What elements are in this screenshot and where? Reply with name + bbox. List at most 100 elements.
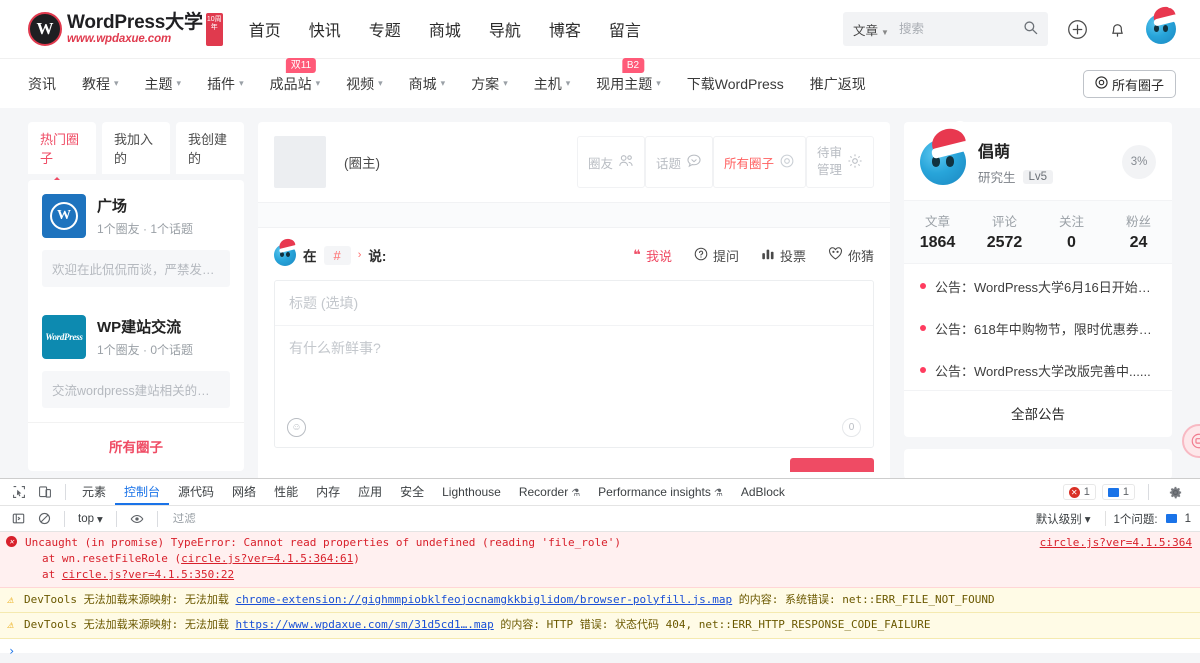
stack-link[interactable]: circle.js?ver=4.1.5:364:61 bbox=[181, 552, 353, 565]
flask-icon: ⚗ bbox=[571, 488, 580, 499]
devtools-tab-adblock[interactable]: AdBlock bbox=[732, 479, 794, 505]
subnav-item-chajian[interactable]: 插件▾ bbox=[207, 74, 244, 94]
stat-posts[interactable]: 文章 1864 bbox=[904, 211, 971, 252]
members-button[interactable]: 圈友 bbox=[577, 136, 645, 188]
right-sidebar: 倡萌 研究生 Lv5 3% 文章 1864 评论 2 bbox=[904, 122, 1172, 478]
all-circles-button[interactable]: 所有圈子 bbox=[1083, 70, 1176, 98]
composer-header: 在 # › 说: ❝ 我说 bbox=[274, 244, 874, 266]
category-nav: 资讯 教程▾ 主题▾ 插件▾ 双11成品站▾ 视频▾ 商城▾ 方案▾ 主机▾ B… bbox=[0, 58, 1200, 108]
subnav-item-jiaocheng[interactable]: 教程▾ bbox=[82, 74, 119, 94]
nav-item-topics[interactable]: 专题 bbox=[369, 17, 401, 41]
publish-button[interactable] bbox=[790, 458, 874, 472]
composer-type-guess[interactable]: 你猜 bbox=[828, 246, 874, 265]
all-circles-button[interactable]: 所有圈子 bbox=[713, 136, 806, 188]
nav-item-blog[interactable]: 博客 bbox=[549, 17, 581, 41]
console-warning-entry[interactable]: ⚠ DevTools 无法加载来源映射: 无法加载 chrome-extensi… bbox=[0, 588, 1200, 614]
nav-item-nav[interactable]: 导航 bbox=[489, 17, 521, 41]
composer-type-vote[interactable]: 投票 bbox=[761, 246, 806, 265]
devtools-tab-lighthouse[interactable]: Lighthouse bbox=[433, 479, 510, 505]
inspect-element-icon[interactable] bbox=[6, 481, 32, 503]
subnav-item-zixun[interactable]: 资讯 bbox=[28, 74, 56, 94]
issues-count: 1 bbox=[1185, 513, 1191, 525]
subnav-item-download-wordpress[interactable]: 下载WordPress bbox=[687, 74, 784, 94]
nav-item-home[interactable]: 首页 bbox=[249, 17, 281, 41]
devtools-tab-recorder[interactable]: Recorder⚗ bbox=[510, 479, 589, 505]
subnav-item-chengpinzhan[interactable]: 双11成品站▾ bbox=[270, 74, 321, 94]
devtools-tab-network[interactable]: 网络 bbox=[223, 479, 265, 505]
log-level-select[interactable]: 默认级别▾ bbox=[1030, 511, 1097, 527]
eye-icon[interactable] bbox=[124, 508, 150, 530]
devtools-tab-elements[interactable]: 元素 bbox=[73, 479, 115, 505]
console-error-entry[interactable]: ✕ Uncaught (in promise) TypeError: Canno… bbox=[0, 532, 1200, 588]
tab-hot-circles[interactable]: 热门圈子 bbox=[28, 122, 96, 174]
subnav-item-shangcheng[interactable]: 商城▾ bbox=[409, 74, 446, 94]
stat-comments[interactable]: 评论 2572 bbox=[971, 211, 1038, 252]
tab-joined-circles[interactable]: 我加入的 bbox=[102, 122, 170, 174]
search-icon[interactable] bbox=[1023, 20, 1038, 38]
devtools-tab-security[interactable]: 安全 bbox=[391, 479, 433, 505]
devtools-tab-memory[interactable]: 内存 bbox=[307, 479, 349, 505]
profile-avatar[interactable] bbox=[920, 139, 966, 185]
tab-created-circles[interactable]: 我创建的 bbox=[176, 122, 244, 174]
composer-body-input[interactable]: 有什么新鲜事? bbox=[275, 326, 873, 412]
subnav-item-fangan[interactable]: 方案▾ bbox=[471, 74, 508, 94]
warning-link[interactable]: https://www.wpdaxue.com/sm/31d5cd1….map bbox=[235, 618, 493, 631]
message-count-badge[interactable]: 1 bbox=[1102, 484, 1135, 500]
search-input[interactable] bbox=[899, 22, 1023, 36]
clear-console-icon[interactable] bbox=[31, 508, 57, 530]
console-error-source-link[interactable]: circle.js?ver=4.1.5:364 bbox=[1040, 536, 1192, 549]
subnav-item-shipin[interactable]: 视频▾ bbox=[346, 74, 383, 94]
pending-manage-button[interactable]: 待审管理 bbox=[806, 136, 874, 188]
user-avatar[interactable] bbox=[1146, 14, 1176, 44]
nav-item-shop[interactable]: 商城 bbox=[429, 17, 461, 41]
warning-text-pre: DevTools 无法加载来源映射: 无法加载 bbox=[24, 618, 235, 631]
bell-icon[interactable] bbox=[1106, 18, 1128, 40]
console-filter-input[interactable] bbox=[173, 513, 343, 525]
list-item[interactable]: 公告：WordPress大学改版完善中...... bbox=[904, 348, 1172, 390]
all-notices-link[interactable]: 全部公告 bbox=[904, 390, 1172, 437]
search-box[interactable]: 文章▼ bbox=[843, 12, 1048, 46]
warning-link[interactable]: chrome-extension://gighmmpiobklfeojocnam… bbox=[235, 593, 732, 606]
sidebar-toggle-icon[interactable] bbox=[5, 508, 31, 530]
composer-title-input[interactable]: 标题 (选填) bbox=[275, 281, 873, 326]
list-item[interactable]: 公告：WordPress大学6月16日开始重... bbox=[904, 264, 1172, 306]
list-item[interactable]: WordPress WP建站交流 1个圈友 · 0个话题 bbox=[28, 301, 244, 367]
execution-context-select[interactable]: top▾ bbox=[72, 512, 109, 526]
browser-viewport: W WordPress大学 www.wpdaxue.com 10周年 首页 快讯… bbox=[0, 0, 1200, 478]
search-category-select[interactable]: 文章▼ bbox=[853, 20, 889, 39]
circle-header: (圈主) 圈友 话题 bbox=[258, 122, 890, 202]
gear-icon[interactable] bbox=[1162, 481, 1188, 503]
circle-cover-image bbox=[274, 136, 326, 188]
composer-hashtag-chip[interactable]: # bbox=[324, 246, 351, 265]
subnav-item-xianyongzhuti[interactable]: B2现用主题▾ bbox=[596, 74, 661, 94]
composer-type-question[interactable]: 提问 bbox=[694, 246, 739, 265]
devtools-tab-performance-insights[interactable]: Performance insights⚗ bbox=[589, 479, 732, 505]
plus-circle-icon[interactable] bbox=[1066, 18, 1088, 40]
nav-item-news[interactable]: 快讯 bbox=[309, 17, 341, 41]
subnav-item-zhuji[interactable]: 主机▾ bbox=[534, 74, 571, 94]
composer-type-say[interactable]: ❝ 我说 bbox=[633, 246, 672, 265]
subnav-item-zhuti[interactable]: 主题▾ bbox=[145, 74, 182, 94]
site-logo[interactable]: W WordPress大学 www.wpdaxue.com 10周年 bbox=[28, 12, 223, 46]
console-prompt[interactable]: › bbox=[0, 639, 1200, 663]
list-item[interactable]: W 广场 1个圈友 · 1个话题 bbox=[28, 180, 244, 246]
error-count-badge[interactable]: ✕1 bbox=[1063, 484, 1096, 500]
devtools-tab-console[interactable]: 控制台 bbox=[115, 479, 169, 505]
device-toolbar-icon[interactable] bbox=[32, 481, 58, 503]
issues-label[interactable]: 1个问题: bbox=[1114, 511, 1158, 527]
devtools-tab-application[interactable]: 应用 bbox=[349, 479, 391, 505]
devtools-tab-performance[interactable]: 性能 bbox=[265, 479, 307, 505]
stat-following[interactable]: 关注 0 bbox=[1038, 211, 1105, 252]
all-circles-link[interactable]: 所有圈子 bbox=[28, 422, 244, 471]
emoji-smile-icon[interactable]: ☺ bbox=[287, 418, 306, 437]
profile-name[interactable]: 倡萌 bbox=[978, 138, 1053, 162]
topics-button[interactable]: 话题 bbox=[645, 136, 713, 188]
stat-followers[interactable]: 粉丝 24 bbox=[1105, 211, 1172, 252]
devtools-tab-sources[interactable]: 源代码 bbox=[169, 479, 223, 505]
stack-link[interactable]: circle.js?ver=4.1.5:350:22 bbox=[62, 568, 234, 581]
console-warning-entry[interactable]: ⚠ DevTools 无法加载来源映射: 无法加载 https://www.wp… bbox=[0, 613, 1200, 639]
divider bbox=[65, 484, 66, 500]
subnav-item-tuiguangfanxian[interactable]: 推广返现 bbox=[810, 74, 866, 94]
list-item[interactable]: 公告：618年中购物节，限时优惠券来啦... bbox=[904, 306, 1172, 348]
nav-item-message[interactable]: 留言 bbox=[609, 17, 641, 41]
